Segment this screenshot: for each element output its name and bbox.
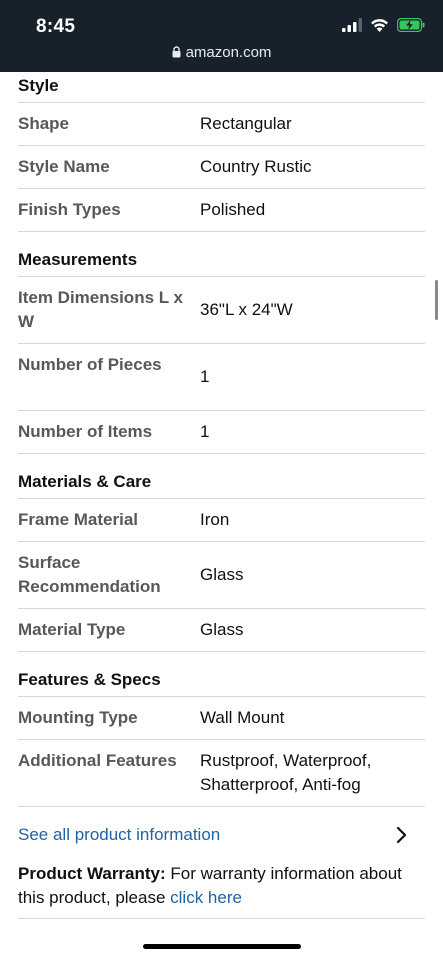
divider (18, 145, 425, 146)
url-text: amazon.com (185, 44, 272, 61)
section-header-materials-care: Materials & Care (18, 472, 152, 491)
row-label-style-name: Style Name (18, 157, 110, 176)
row-label-number-of-items: Number of Items (18, 422, 153, 441)
section-header-features-specs: Features & Specs (18, 670, 161, 689)
row-value-surface-recommendation: Glass (200, 565, 244, 584)
chevron-right-icon[interactable] (395, 826, 409, 844)
row-label-finish-types: Finish Types (18, 200, 121, 219)
row-value-finish-types: Polished (200, 200, 266, 219)
cellular-signal-icon (342, 18, 362, 32)
see-all-product-info-link[interactable]: See all product information (18, 825, 220, 845)
divider (18, 102, 425, 103)
divider (18, 651, 425, 652)
row-value-style-name: Country Rustic (200, 157, 312, 176)
divider (18, 696, 425, 697)
divider (18, 918, 425, 919)
scrollbar[interactable] (435, 280, 438, 320)
section-header-style: Style (18, 76, 59, 95)
divider (18, 608, 425, 609)
divider (18, 410, 425, 411)
row-value-mounting-type: Wall Mount (200, 708, 285, 727)
divider (18, 276, 425, 277)
status-bar: 8:45 amazon.com (0, 0, 443, 72)
row-value-number-of-pieces: 1 (200, 367, 210, 386)
wifi-icon (371, 19, 388, 32)
section-header-measurements: Measurements (18, 250, 138, 269)
warranty-click-here-link[interactable]: click here (170, 888, 242, 907)
divider (18, 806, 425, 807)
home-indicator[interactable] (143, 944, 301, 949)
row-label-surface-recommendation: Surface Recommendation (18, 553, 161, 596)
row-value-shape: Rectangular (200, 114, 292, 133)
url-bar[interactable]: amazon.com (0, 44, 443, 61)
divider (18, 541, 425, 542)
row-label-number-of-pieces: Number of Pieces (18, 355, 162, 374)
product-warranty: Product Warranty: For warranty informati… (18, 862, 418, 910)
lock-icon (172, 46, 181, 58)
row-value-material-type: Glass (200, 620, 244, 639)
row-label-mounting-type: Mounting Type (18, 708, 138, 727)
status-time: 8:45 (36, 16, 76, 37)
row-label-shape: Shape (18, 114, 70, 133)
divider (18, 188, 425, 189)
divider (18, 343, 425, 344)
divider (18, 498, 425, 499)
row-label-frame-material: Frame Material (18, 510, 138, 529)
row-label-additional-features: Additional Features (18, 751, 177, 770)
battery-charging-icon (397, 18, 425, 32)
row-label-material-type: Material Type (18, 620, 126, 639)
divider (18, 453, 425, 454)
warranty-label: Product Warranty: (18, 864, 166, 883)
divider (18, 231, 425, 232)
row-value-number-of-items: 1 (200, 422, 210, 441)
row-value-frame-material: Iron (200, 510, 230, 529)
row-label-item-dimensions: Item Dimensions L x W (18, 288, 184, 331)
row-value-additional-features: Rustproof, Waterproof, Shatterproof, Ant… (200, 751, 372, 794)
row-value-item-dimensions: 36"L x 24"W (200, 300, 293, 319)
divider (18, 739, 425, 740)
status-icons (342, 18, 425, 32)
